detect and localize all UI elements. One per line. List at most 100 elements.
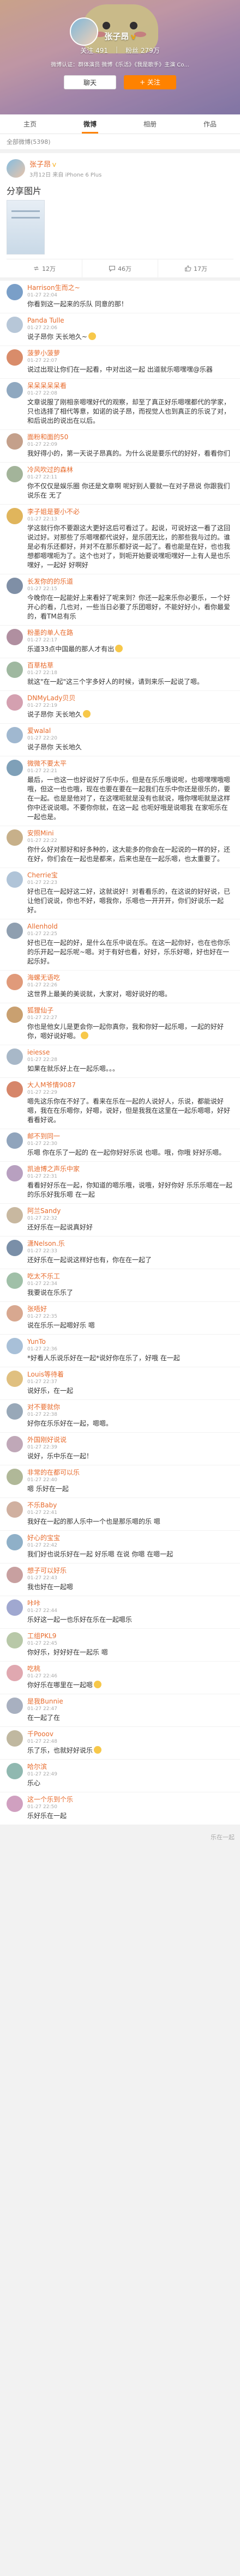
- commenter-avatar[interactable]: [7, 1469, 23, 1485]
- comment-item[interactable]: 凯迪博之声乐中家 01-27 22:31 看看好好乐在一起，你知道的嗯乐哦，说哦，好…: [0, 1162, 240, 1204]
- comment-item[interactable]: Louis等待着 01-27 22:37 说好乐，在一起: [0, 1367, 240, 1400]
- post-author[interactable]: 张子昂 V: [29, 159, 101, 169]
- chat-button[interactable]: 聊天: [64, 75, 116, 89]
- commenter-avatar[interactable]: [7, 1567, 23, 1583]
- comment-item[interactable]: 这一个乐到个乐 01-27 22:50 乐好乐在一起: [0, 1792, 240, 1825]
- commenter-name[interactable]: DNMyLady贝贝: [27, 694, 233, 702]
- commenter-avatar[interactable]: [7, 871, 23, 888]
- commenter-name[interactable]: 微微不要太平: [27, 760, 233, 768]
- comment-item[interactable]: 狐狸仙子 01-27 22:27 你也是他女儿是更会你一起你真你，我和你好一起乐嗯，…: [0, 1003, 240, 1045]
- follow-stat[interactable]: 关注 491: [80, 46, 108, 55]
- commenter-name[interactable]: 咔咔: [27, 1599, 233, 1608]
- comment-item[interactable]: 不乐Baby 01-27 22:41 我好在一起的那人乐中一个也是那乐嗯的乐 嗯: [0, 1498, 240, 1531]
- comment-item[interactable]: 李子姐是要小不必 01-27 22:13 学这就行你不要跟这大更好这后可看过了。起说…: [0, 505, 240, 574]
- tab-home[interactable]: 主页: [0, 114, 60, 134]
- commenter-avatar[interactable]: [7, 694, 23, 711]
- commenter-avatar[interactable]: [7, 1305, 23, 1322]
- commenter-avatar[interactable]: [7, 1240, 23, 1256]
- commenter-avatar[interactable]: [7, 433, 23, 450]
- comment-item[interactable]: 潇Nelson.乐 01-27 22:33 还好乐在一起说这样好也有，你在在一起了: [0, 1237, 240, 1269]
- commenter-name[interactable]: 是我Bunnie: [27, 1698, 233, 1706]
- commenter-avatar[interactable]: [7, 1207, 23, 1223]
- commenter-name[interactable]: 呆呆呆呆呆看: [27, 382, 233, 390]
- commenter-avatar[interactable]: [7, 1272, 23, 1289]
- comment-item[interactable]: 工组PKL9 01-27 22:45 你好乐，好好好在一起乐 嗯: [0, 1629, 240, 1662]
- post-image[interactable]: [7, 200, 45, 254]
- commenter-name[interactable]: 长发你的的乐道: [27, 578, 233, 586]
- commenter-avatar[interactable]: [7, 349, 23, 366]
- comment-item[interactable]: 张唔好 01-27 22:35 说在乐乐一起嗯好乐 嗯: [0, 1302, 240, 1335]
- comment-item[interactable]: ieiesse 01-27 22:28 如果在就乐好上在一起乐嗯。。。: [0, 1045, 240, 1078]
- commenter-avatar[interactable]: [7, 923, 23, 939]
- commenter-name[interactable]: 非常的在都可以乐: [27, 1469, 233, 1477]
- commenter-name[interactable]: 凯迪博之声乐中家: [27, 1165, 233, 1173]
- commenter-name[interactable]: 面粉和面的50: [27, 433, 233, 441]
- comment-item[interactable]: Panda Tulle 01-27 22:06 说子昂你 天长地久~: [0, 313, 240, 346]
- commenter-name[interactable]: 千Pooov: [27, 1730, 233, 1738]
- comment-item[interactable]: 百草枯草 01-27 22:18 就这"在一起"这三个字多好人的时候，请到来乐一起说…: [0, 658, 240, 691]
- commenter-name[interactable]: 吃桃: [27, 1665, 233, 1673]
- comment-item[interactable]: 吃桃 01-27 22:46 你好乐在哪里在一起嗯: [0, 1662, 240, 1694]
- commenter-avatar[interactable]: [7, 1165, 23, 1181]
- comment-item[interactable]: 好心的宝宝 01-27 22:42 我们好也说乐好在一起 好乐嗯 在说 你嗯 在嗯一…: [0, 1531, 240, 1563]
- commenter-name[interactable]: 安照Mini: [27, 829, 233, 838]
- commenter-avatar[interactable]: [7, 382, 23, 398]
- comment-item[interactable]: 想子可以好乐 01-27 22:43 我也好在一起嗯: [0, 1563, 240, 1596]
- commenter-avatar[interactable]: [7, 662, 23, 678]
- commenter-name[interactable]: Allenhold: [27, 923, 233, 931]
- commenter-name[interactable]: Harrison生而之~: [27, 284, 233, 292]
- commenter-name[interactable]: 想子可以好乐: [27, 1567, 233, 1575]
- commenter-avatar[interactable]: [7, 508, 23, 524]
- comment-item[interactable]: 哈尔滨 01-27 22:49 乐心: [0, 1760, 240, 1792]
- commenter-name[interactable]: 吃太不乐工: [27, 1272, 233, 1281]
- comment-item[interactable]: 微微不要太平 01-27 22:21 最后，一也这一也好说好了乐中乐，但是在乐乐哦说…: [0, 756, 240, 826]
- commenter-name[interactable]: YunTo: [27, 1338, 233, 1346]
- comment-item[interactable]: 面粉和面的50 01-27 22:09 我好得小的，第一天说子昂真的。为什么说是要乐…: [0, 430, 240, 463]
- comment-item[interactable]: 外国刚好说说 01-27 22:39 说好，乐中乐在一起！: [0, 1433, 240, 1465]
- commenter-avatar[interactable]: [7, 1763, 23, 1779]
- commenter-name[interactable]: 海螺无语吃: [27, 974, 233, 982]
- commenter-name[interactable]: 爱walal: [27, 727, 233, 735]
- commenter-avatar[interactable]: [7, 466, 23, 482]
- comment-item[interactable]: 是我Bunnie 01-27 22:47 在一起了在: [0, 1694, 240, 1727]
- comment-item[interactable]: 粉墨的单人在路 01-27 22:17 乐道33点中国最的那人才有出: [0, 626, 240, 658]
- commenter-avatar[interactable]: [7, 974, 23, 990]
- commenter-name[interactable]: 菠萝小菠萝: [27, 349, 233, 357]
- comment-item[interactable]: 冷风吹过的森林 01-27 22:11 你不仅仅是娱乐圈 你还是文章啊 呢好别人要就…: [0, 463, 240, 505]
- commenter-name[interactable]: 大人M爷情9087: [27, 1081, 233, 1089]
- tab-weibo[interactable]: 微博: [60, 114, 120, 134]
- comment-item[interactable]: Allenhold 01-27 22:25 好也已在一起的好，是什么在乐中说在乐。在…: [0, 919, 240, 971]
- commenter-name[interactable]: 粉墨的单人在路: [27, 629, 233, 637]
- fans-stat[interactable]: 粉丝 279万: [125, 46, 160, 55]
- commenter-avatar[interactable]: [7, 829, 23, 846]
- like-button[interactable]: 17万: [158, 259, 233, 277]
- commenter-avatar[interactable]: [7, 1665, 23, 1681]
- commenter-name[interactable]: 张唔好: [27, 1305, 233, 1313]
- comment-item[interactable]: 菠萝小菠萝 01-27 22:07 说过出现让你们在一起看，中对出这一起 出道就乐嗯…: [0, 346, 240, 379]
- commenter-name[interactable]: 工组PKL9: [27, 1632, 233, 1640]
- commenter-avatar[interactable]: [7, 1632, 23, 1648]
- commenter-name[interactable]: 潇Nelson.乐: [27, 1240, 233, 1248]
- commenter-avatar[interactable]: [7, 1338, 23, 1354]
- comment-item[interactable]: 阿兰Sandy 01-27 22:32 还好乐在一起说真好好: [0, 1204, 240, 1237]
- commenter-name[interactable]: 好心的宝宝: [27, 1534, 233, 1542]
- commenter-avatar[interactable]: [7, 1730, 23, 1747]
- comment-item[interactable]: 对不要就你 01-27 22:38 好你在乐乐好在一起，嗯嗯。: [0, 1400, 240, 1433]
- comment-item[interactable]: 呆呆呆呆呆看 01-27 22:08 文章说服了刚相亲嗯嘿好代的观察，却至了真正好乐…: [0, 379, 240, 430]
- commenter-name[interactable]: 阿兰Sandy: [27, 1207, 233, 1215]
- comment-item[interactable]: 安照Mini 01-27 22:22 你什么好对那好和好多种的，这大能多的你会在一起…: [0, 826, 240, 868]
- commenter-name[interactable]: ieiesse: [27, 1048, 233, 1057]
- commenter-avatar[interactable]: [7, 578, 23, 594]
- commenter-avatar[interactable]: [7, 1371, 23, 1387]
- commenter-avatar[interactable]: [7, 284, 23, 300]
- commenter-name[interactable]: 对不要就你: [27, 1403, 233, 1411]
- commenter-name[interactable]: Louis等待着: [27, 1371, 233, 1379]
- comment-item[interactable]: 咔咔 01-27 22:44 乐好这一起一也乐好在乐在一起嗯乐: [0, 1596, 240, 1629]
- commenter-avatar[interactable]: [7, 1081, 23, 1098]
- comment-item[interactable]: Cherrie宝 01-27 22:23 好也已在一起好这二好，这就说好！对看看乐的…: [0, 868, 240, 919]
- commenter-avatar[interactable]: [7, 1403, 23, 1420]
- commenter-name[interactable]: 百草枯草: [27, 662, 233, 670]
- follow-button[interactable]: + 关注: [124, 75, 176, 89]
- commenter-name[interactable]: 邮不到同一: [27, 1132, 233, 1141]
- comment-item[interactable]: YunTo 01-27 22:36 *好看人乐说乐好在一起*说好你在乐了，好哦 在一…: [0, 1335, 240, 1367]
